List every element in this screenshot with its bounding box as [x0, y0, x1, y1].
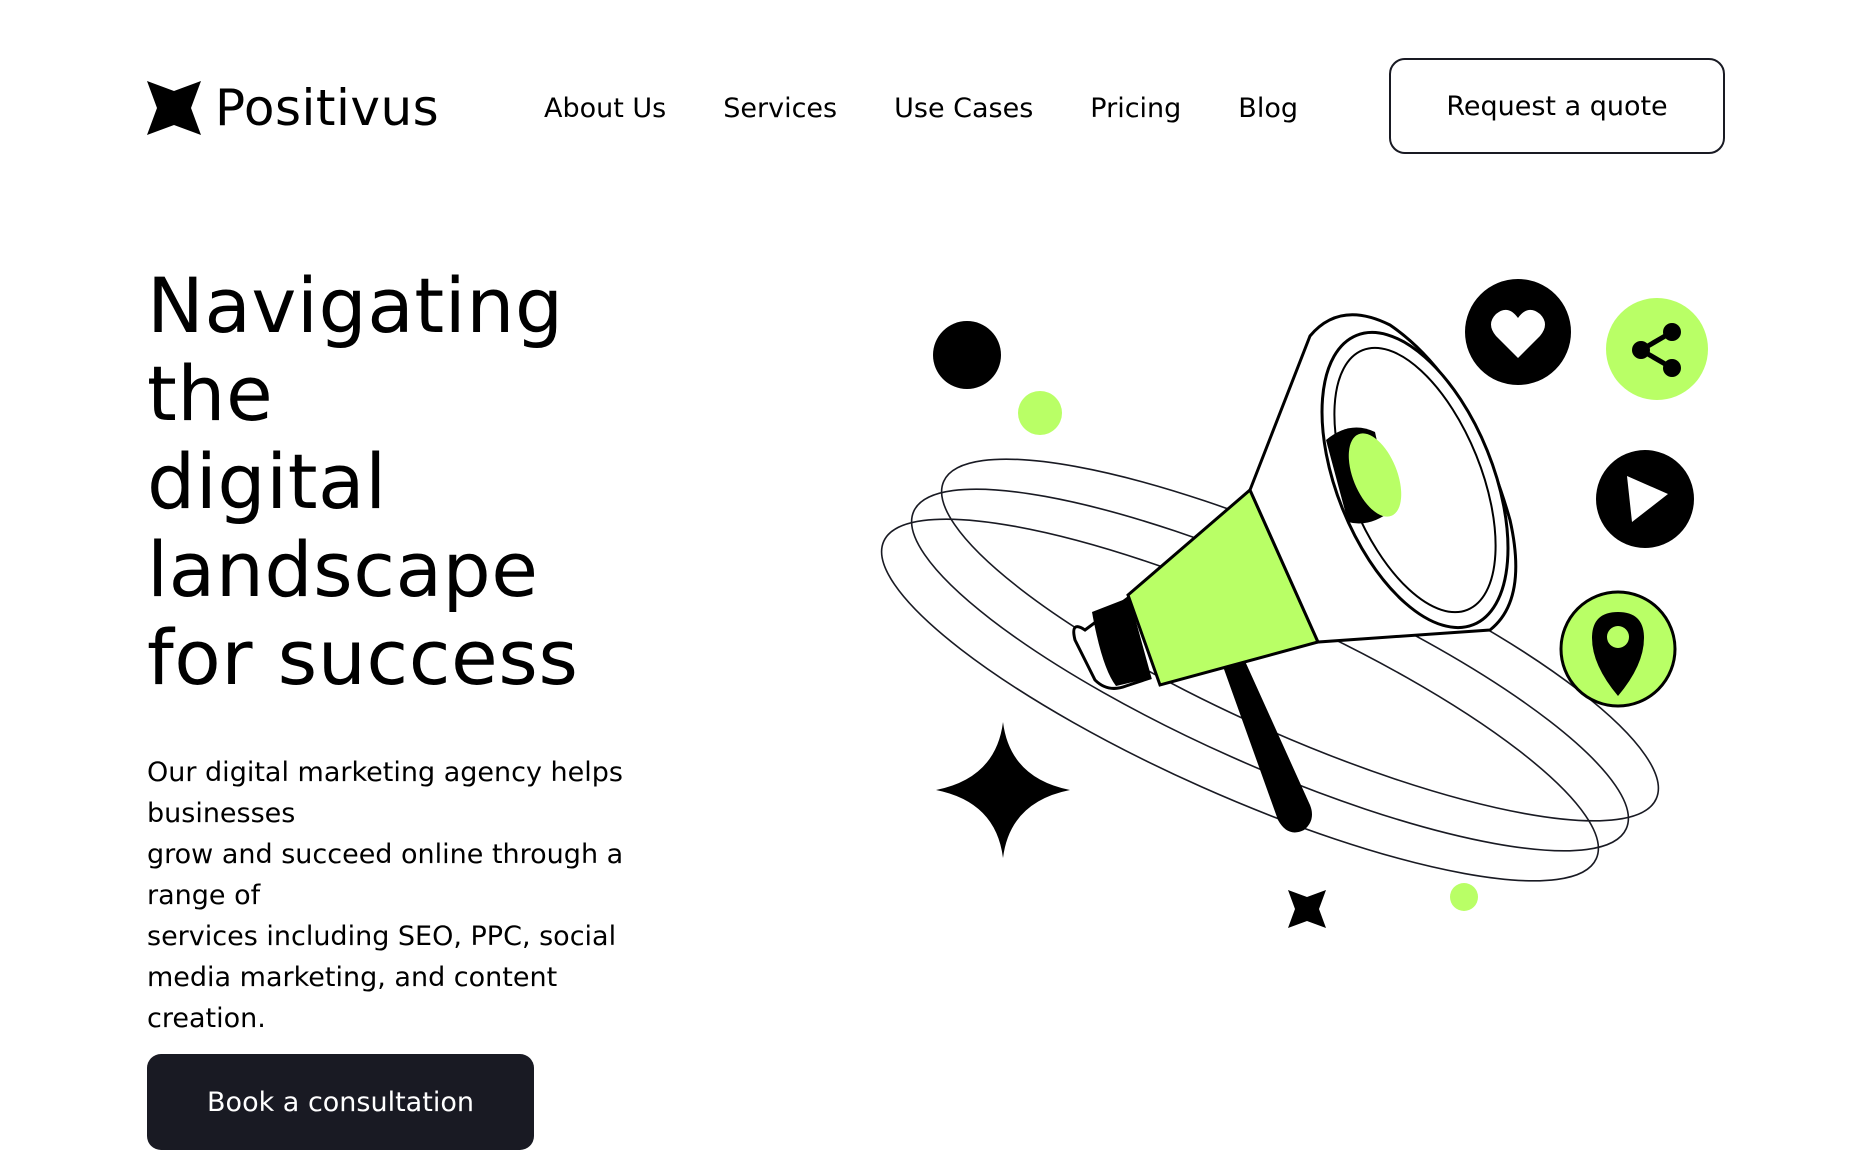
brand-logo[interactable]: Positivus	[147, 78, 439, 138]
small-star-icon	[1288, 890, 1326, 928]
brand-name: Positivus	[215, 79, 440, 137]
nav-about-us[interactable]: About Us	[544, 95, 666, 122]
nav-pricing[interactable]: Pricing	[1090, 95, 1181, 122]
play-icon	[1596, 450, 1694, 548]
heart-icon	[1465, 279, 1571, 385]
hero-title-line: for success	[147, 613, 579, 702]
hero-title-line: Navigating	[147, 261, 564, 350]
logo-star-icon	[147, 81, 201, 135]
sparkle-star-icon	[936, 722, 1070, 858]
main-nav: About Us Services Use Cases Pricing Blog	[544, 88, 1298, 128]
hero-description-line: Our digital marketing agency helps	[147, 757, 623, 788]
hero-title-line: digital	[147, 437, 387, 526]
hero-description-line: services including SEO, PPC, social	[147, 921, 617, 952]
hero-title-line: the	[147, 349, 274, 438]
hero-illustration	[880, 279, 1708, 928]
nav-services[interactable]: Services	[723, 95, 837, 122]
megaphone-icon	[1072, 313, 1518, 833]
hero-title: Navigating the digital landscape for suc…	[147, 262, 707, 702]
green-dot-small	[1450, 883, 1478, 911]
location-pin-icon	[1559, 590, 1677, 708]
black-dot	[933, 321, 1001, 389]
book-consultation-button[interactable]: Book a consultation	[147, 1054, 534, 1150]
hero-description-line: range of	[147, 880, 261, 911]
hero-description: Our digital marketing agency helps busin…	[147, 752, 687, 1039]
share-icon	[1606, 298, 1708, 400]
green-dot	[1018, 391, 1062, 435]
hero-description-line: media marketing, and content	[147, 962, 558, 993]
request-quote-button[interactable]: Request a quote	[1389, 58, 1725, 154]
nav-use-cases[interactable]: Use Cases	[894, 95, 1033, 122]
site-header: Positivus About Us Services Use Cases Pr…	[0, 0, 1866, 200]
nav-blog[interactable]: Blog	[1238, 95, 1298, 122]
hero-description-line: creation.	[147, 1003, 266, 1034]
hero-description-line: grow and succeed online through a	[147, 839, 624, 870]
hero-title-line: landscape	[147, 525, 539, 614]
hero-description-line: businesses	[147, 798, 296, 829]
